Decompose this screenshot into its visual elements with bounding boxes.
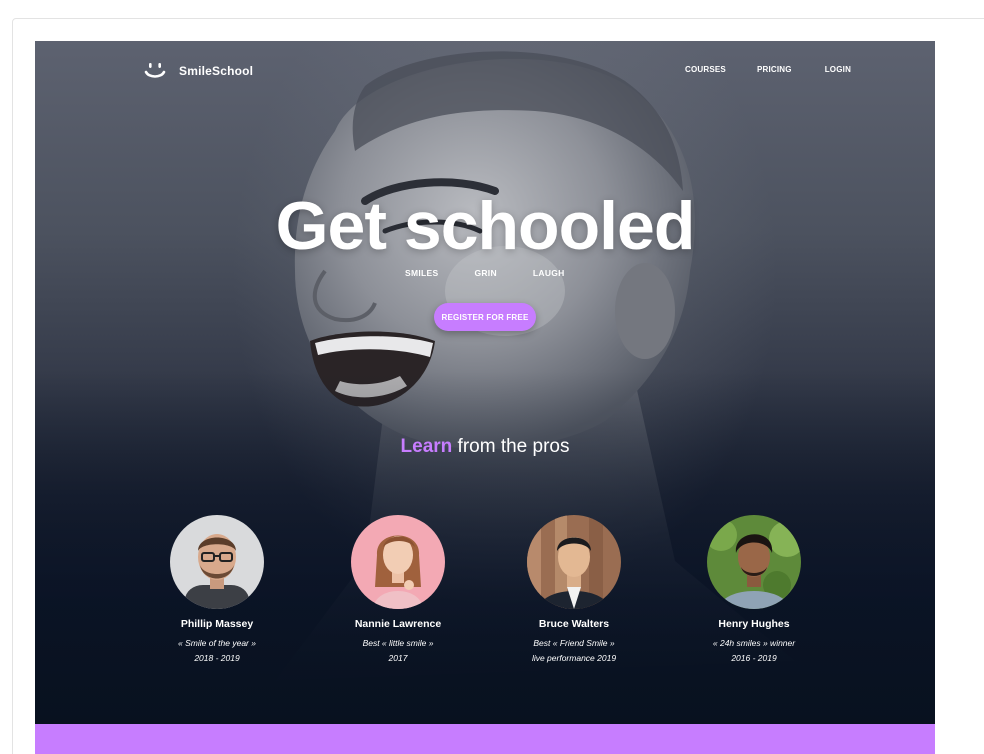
nav-pricing[interactable]: PRICING — [757, 65, 792, 74]
avatar-bruce-walters — [527, 515, 621, 609]
pro-award: Best « Friend Smile » live performance 2… — [484, 636, 664, 666]
pro-name: Henry Hughes — [718, 618, 790, 630]
brand-logo[interactable]: SmileSchool — [143, 61, 253, 81]
nav-login[interactable]: LOGIN — [825, 65, 851, 74]
avatar — [351, 515, 445, 609]
pro-award-line2: live performance 2019 — [531, 653, 617, 663]
hero-headline: Get schooled — [275, 188, 696, 264]
tag-laugh: LAUGH — [532, 268, 565, 278]
avatar — [527, 515, 621, 609]
nav-courses[interactable]: COURSES — [685, 65, 726, 74]
pro-card[interactable]: Nannie Lawrence Best « little smile » 20… — [308, 515, 488, 666]
pro-award-line2: 2018 - 2019 — [194, 653, 240, 663]
register-button[interactable]: REGISTER FOR FREE — [434, 303, 536, 331]
pro-award-line2: 2017 — [388, 653, 408, 663]
pro-award-line1: « 24h smiles » winner — [712, 638, 796, 648]
pro-name: Bruce Walters — [538, 618, 610, 630]
pro-name: Nannie Lawrence — [354, 618, 442, 630]
pro-card[interactable]: Bruce Walters Best « Friend Smile » live… — [484, 515, 664, 666]
smiley-icon — [144, 63, 166, 78]
pro-award: « Smile of the year » 2018 - 2019 — [127, 636, 307, 666]
pro-card[interactable]: Phillip Massey « Smile of the year » 201… — [127, 515, 307, 666]
hero-section: SmileSchool COURSES PRICING LOGIN Get sc… — [35, 41, 935, 724]
pros-heading: Learn from the pros — [35, 436, 935, 458]
pro-name: Phillip Massey — [180, 618, 254, 630]
avatar-nannie-lawrence — [351, 515, 445, 609]
pro-award-line2: 2016 - 2019 — [731, 653, 777, 663]
pros-heading-text: from the pros — [457, 436, 570, 457]
top-navigation: COURSES PRICING LOGIN — [685, 65, 851, 74]
hero-tags: SMILES GRIN LAUGH — [405, 268, 565, 278]
pro-award: « 24h smiles » winner 2016 - 2019 — [664, 636, 844, 666]
pros-heading-highlight: Learn — [400, 436, 453, 457]
brand-name: SmileSchool — [179, 64, 254, 78]
avatar — [707, 515, 801, 609]
tag-smiles: SMILES — [405, 268, 439, 278]
pro-card[interactable]: Henry Hughes « 24h smiles » winner 2016 … — [664, 515, 844, 666]
avatar-henry-hughes — [707, 515, 801, 609]
tag-grin: GRIN — [474, 268, 497, 278]
pro-award-line1: Best « Friend Smile » — [533, 638, 615, 648]
pro-award-line1: Best « little smile » — [362, 638, 434, 648]
next-section-band — [35, 724, 935, 754]
pro-award: Best « little smile » 2017 — [308, 636, 488, 666]
avatar-phillip-massey — [170, 515, 264, 609]
avatar — [170, 515, 264, 609]
pro-award-line1: « Smile of the year » — [178, 638, 256, 648]
